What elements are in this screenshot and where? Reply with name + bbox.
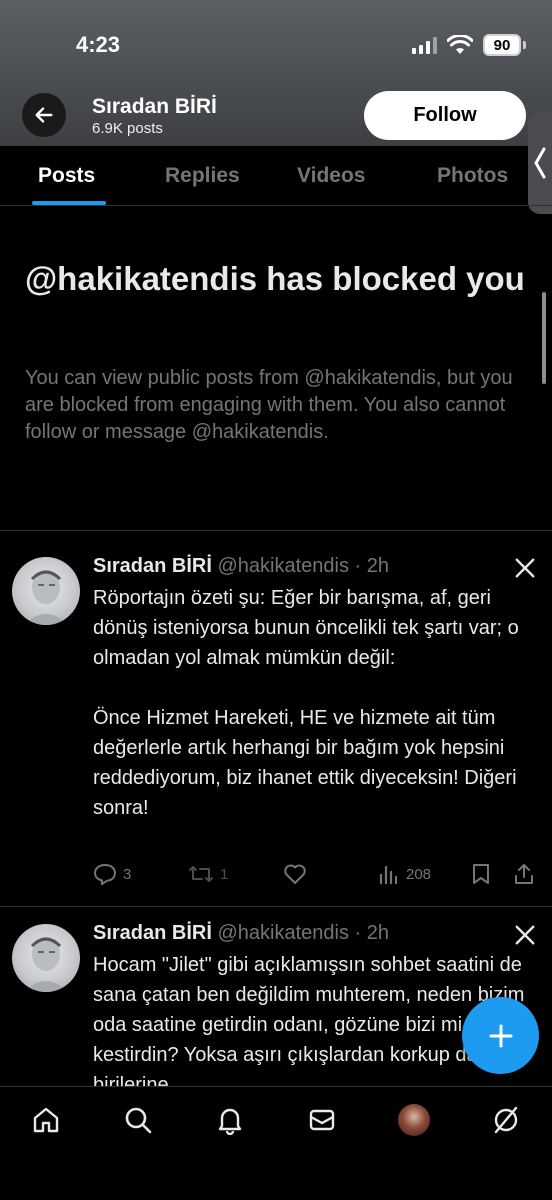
search-icon	[125, 1107, 152, 1134]
avatar[interactable]	[12, 557, 80, 625]
active-tab-indicator	[32, 201, 106, 205]
profile-posts-count: 6.9K posts	[92, 120, 163, 137]
x-logo-icon	[515, 558, 535, 578]
share-icon	[515, 864, 533, 884]
tab-replies[interactable]: Replies	[165, 164, 240, 188]
arrow-left-icon	[35, 107, 53, 123]
avatar[interactable]	[12, 924, 80, 992]
views-count: 208	[406, 865, 432, 883]
views-icon	[379, 865, 398, 885]
views-button[interactable]: 208	[378, 863, 431, 885]
reply-button[interactable]: 3	[93, 863, 131, 885]
back-button[interactable]	[22, 93, 66, 137]
nav-home[interactable]	[30, 1104, 62, 1136]
reply-count: 3	[123, 865, 132, 883]
nav-search[interactable]	[122, 1104, 154, 1136]
share-button[interactable]	[513, 863, 535, 885]
divider	[0, 906, 552, 907]
profile-tabs: Posts Replies Videos Photos	[0, 146, 552, 206]
status-icons: 90	[412, 34, 526, 56]
post-time: · 2h	[354, 555, 389, 577]
post-author: Sıradan BİRİ @hakikatendis · 2h	[93, 922, 389, 945]
follow-button[interactable]: Follow	[364, 91, 526, 140]
blocked-title: @hakikatendis has blocked you	[25, 260, 525, 297]
heart-icon	[284, 864, 306, 884]
nav-messages[interactable]	[306, 1104, 338, 1136]
bottom-nav	[0, 1086, 552, 1200]
home-indicator	[0, 1166, 552, 1200]
repost-icon	[189, 866, 213, 882]
repost-count: 1	[220, 865, 229, 883]
battery-level: 90	[483, 34, 521, 56]
reply-icon	[93, 863, 117, 885]
battery-icon: 90	[483, 34, 526, 56]
scrollbar[interactable]	[542, 292, 546, 384]
like-button[interactable]	[283, 863, 307, 885]
repost-button[interactable]: 1	[188, 863, 228, 885]
compose-button[interactable]	[462, 997, 539, 1074]
home-icon	[33, 1107, 59, 1133]
nav-profile[interactable]	[398, 1104, 430, 1136]
post-actions: 3 1 208	[93, 863, 543, 887]
bell-icon	[218, 1108, 242, 1135]
x-logo-icon	[515, 925, 535, 945]
author-handle[interactable]: @hakikatendis	[217, 555, 348, 577]
post-time: · 2h	[354, 922, 389, 944]
tab-posts[interactable]: Posts	[38, 164, 95, 188]
tab-photos[interactable]: Photos	[437, 164, 508, 188]
plus-icon	[489, 1024, 512, 1047]
nav-notifications[interactable]	[214, 1104, 246, 1136]
status-time: 4:23	[76, 32, 121, 57]
mail-icon	[309, 1109, 335, 1131]
bookmark-button[interactable]	[471, 863, 491, 885]
profile-name: Sıradan BİRİ	[92, 95, 217, 118]
author-handle[interactable]: @hakikatendis	[217, 922, 348, 944]
post-author: Sıradan BİRİ @hakikatendis · 2h	[93, 555, 389, 578]
wifi-icon	[447, 35, 473, 54]
tab-videos[interactable]: Videos	[297, 164, 365, 188]
author-name[interactable]: Sıradan BİRİ	[93, 555, 212, 577]
post-text: Röportajın özeti şu: Eğer bir barışma, a…	[93, 587, 519, 819]
status-bar: 4:23 90	[0, 0, 552, 90]
divider	[0, 530, 552, 531]
cellular-signal-icon	[412, 36, 437, 54]
author-name[interactable]: Sıradan BİRİ	[93, 922, 212, 944]
bookmark-icon	[473, 864, 489, 884]
grok-icon	[494, 1106, 518, 1134]
profile-avatar	[398, 1104, 430, 1136]
nav-grok[interactable]	[490, 1104, 522, 1136]
blocked-description: You can view public posts from @hakikate…	[25, 367, 513, 443]
